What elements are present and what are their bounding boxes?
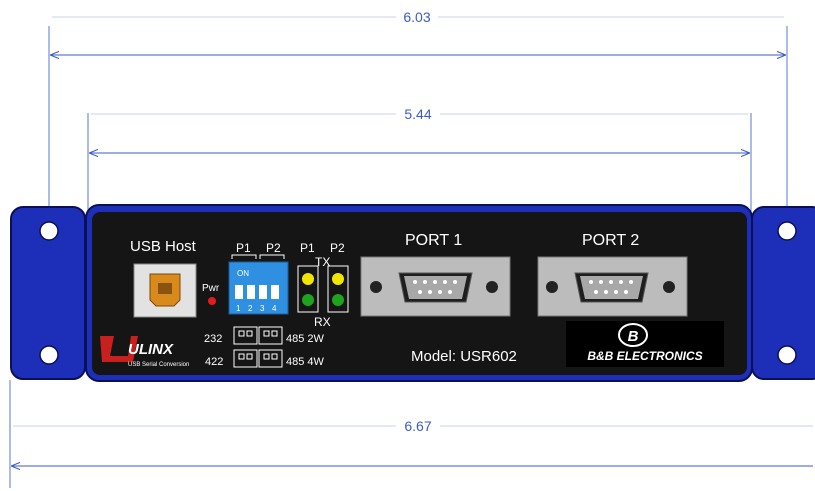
dimension-label-6-03: 6.03	[403, 9, 430, 25]
led-header-p1: P1	[300, 241, 315, 255]
tx-led-p2	[332, 273, 344, 285]
company-name: B&B ELECTRONICS	[587, 349, 702, 363]
company-logo-letter: B	[628, 328, 639, 345]
mounting-hole	[39, 345, 59, 365]
model-label: Model: USR602	[411, 348, 517, 365]
dip-toggle[interactable]	[259, 285, 267, 299]
port1-db9-connector	[360, 256, 511, 317]
jumper-485-2w-label: 485 2W	[286, 333, 325, 345]
left-mounting-flange	[10, 206, 86, 380]
dip-toggle[interactable]	[271, 285, 279, 299]
dip-toggle[interactable]	[247, 285, 255, 299]
usb-b-port	[133, 263, 197, 318]
port1-label: PORT 1	[405, 232, 462, 249]
dip-number: 1	[236, 304, 241, 313]
led-block-p1	[297, 265, 319, 313]
dip-number: 2	[248, 304, 253, 313]
dip-toggle[interactable]	[235, 285, 243, 299]
dip-on-label: ON	[237, 269, 249, 278]
port2-label: PORT 2	[582, 232, 639, 249]
brand-logo-text: ULINX	[128, 341, 174, 358]
dimension-5-44: 5.44	[87, 106, 752, 213]
mounting-hole	[777, 345, 797, 365]
dip-switch[interactable]: ON 1 2 3 4	[228, 261, 289, 315]
dip-number: 4	[272, 304, 277, 313]
pwr-label: Pwr	[202, 283, 220, 294]
rx-label: RX	[314, 315, 331, 329]
led-block-p2	[327, 265, 349, 313]
bb-electronics-logo: B B&B ELECTRONICS	[566, 321, 724, 367]
rx-led-p2	[332, 294, 344, 306]
dimension-6-67: 6.67	[9, 380, 813, 488]
dip-number: 3	[260, 304, 265, 313]
jumper-422-label: 422	[205, 356, 223, 368]
dip-header-p2: P2	[266, 241, 281, 255]
dimension-label-6-67: 6.67	[404, 418, 431, 434]
led-header-p2: P2	[330, 241, 345, 255]
brand-tagline: USB Serial Conversion	[128, 362, 189, 368]
usb-host-label: USB Host	[130, 238, 197, 255]
device-dimension-drawing: 6.03 5.44 6.67 USB Host Pwr P1 P2 ON 1 2…	[9, 9, 815, 488]
right-mounting-flange	[751, 206, 815, 380]
jumper-232-label: 232	[204, 333, 222, 345]
jumper-485-4w-label: 485 4W	[286, 356, 325, 368]
dip-header-p1: P1	[236, 241, 251, 255]
dimension-label-5-44: 5.44	[404, 106, 431, 122]
mounting-hole	[39, 221, 59, 241]
power-led	[208, 297, 216, 305]
tx-led-p1	[302, 273, 314, 285]
port2-db9-connector	[537, 256, 688, 317]
rx-led-p1	[302, 294, 314, 306]
mounting-hole	[777, 221, 797, 241]
